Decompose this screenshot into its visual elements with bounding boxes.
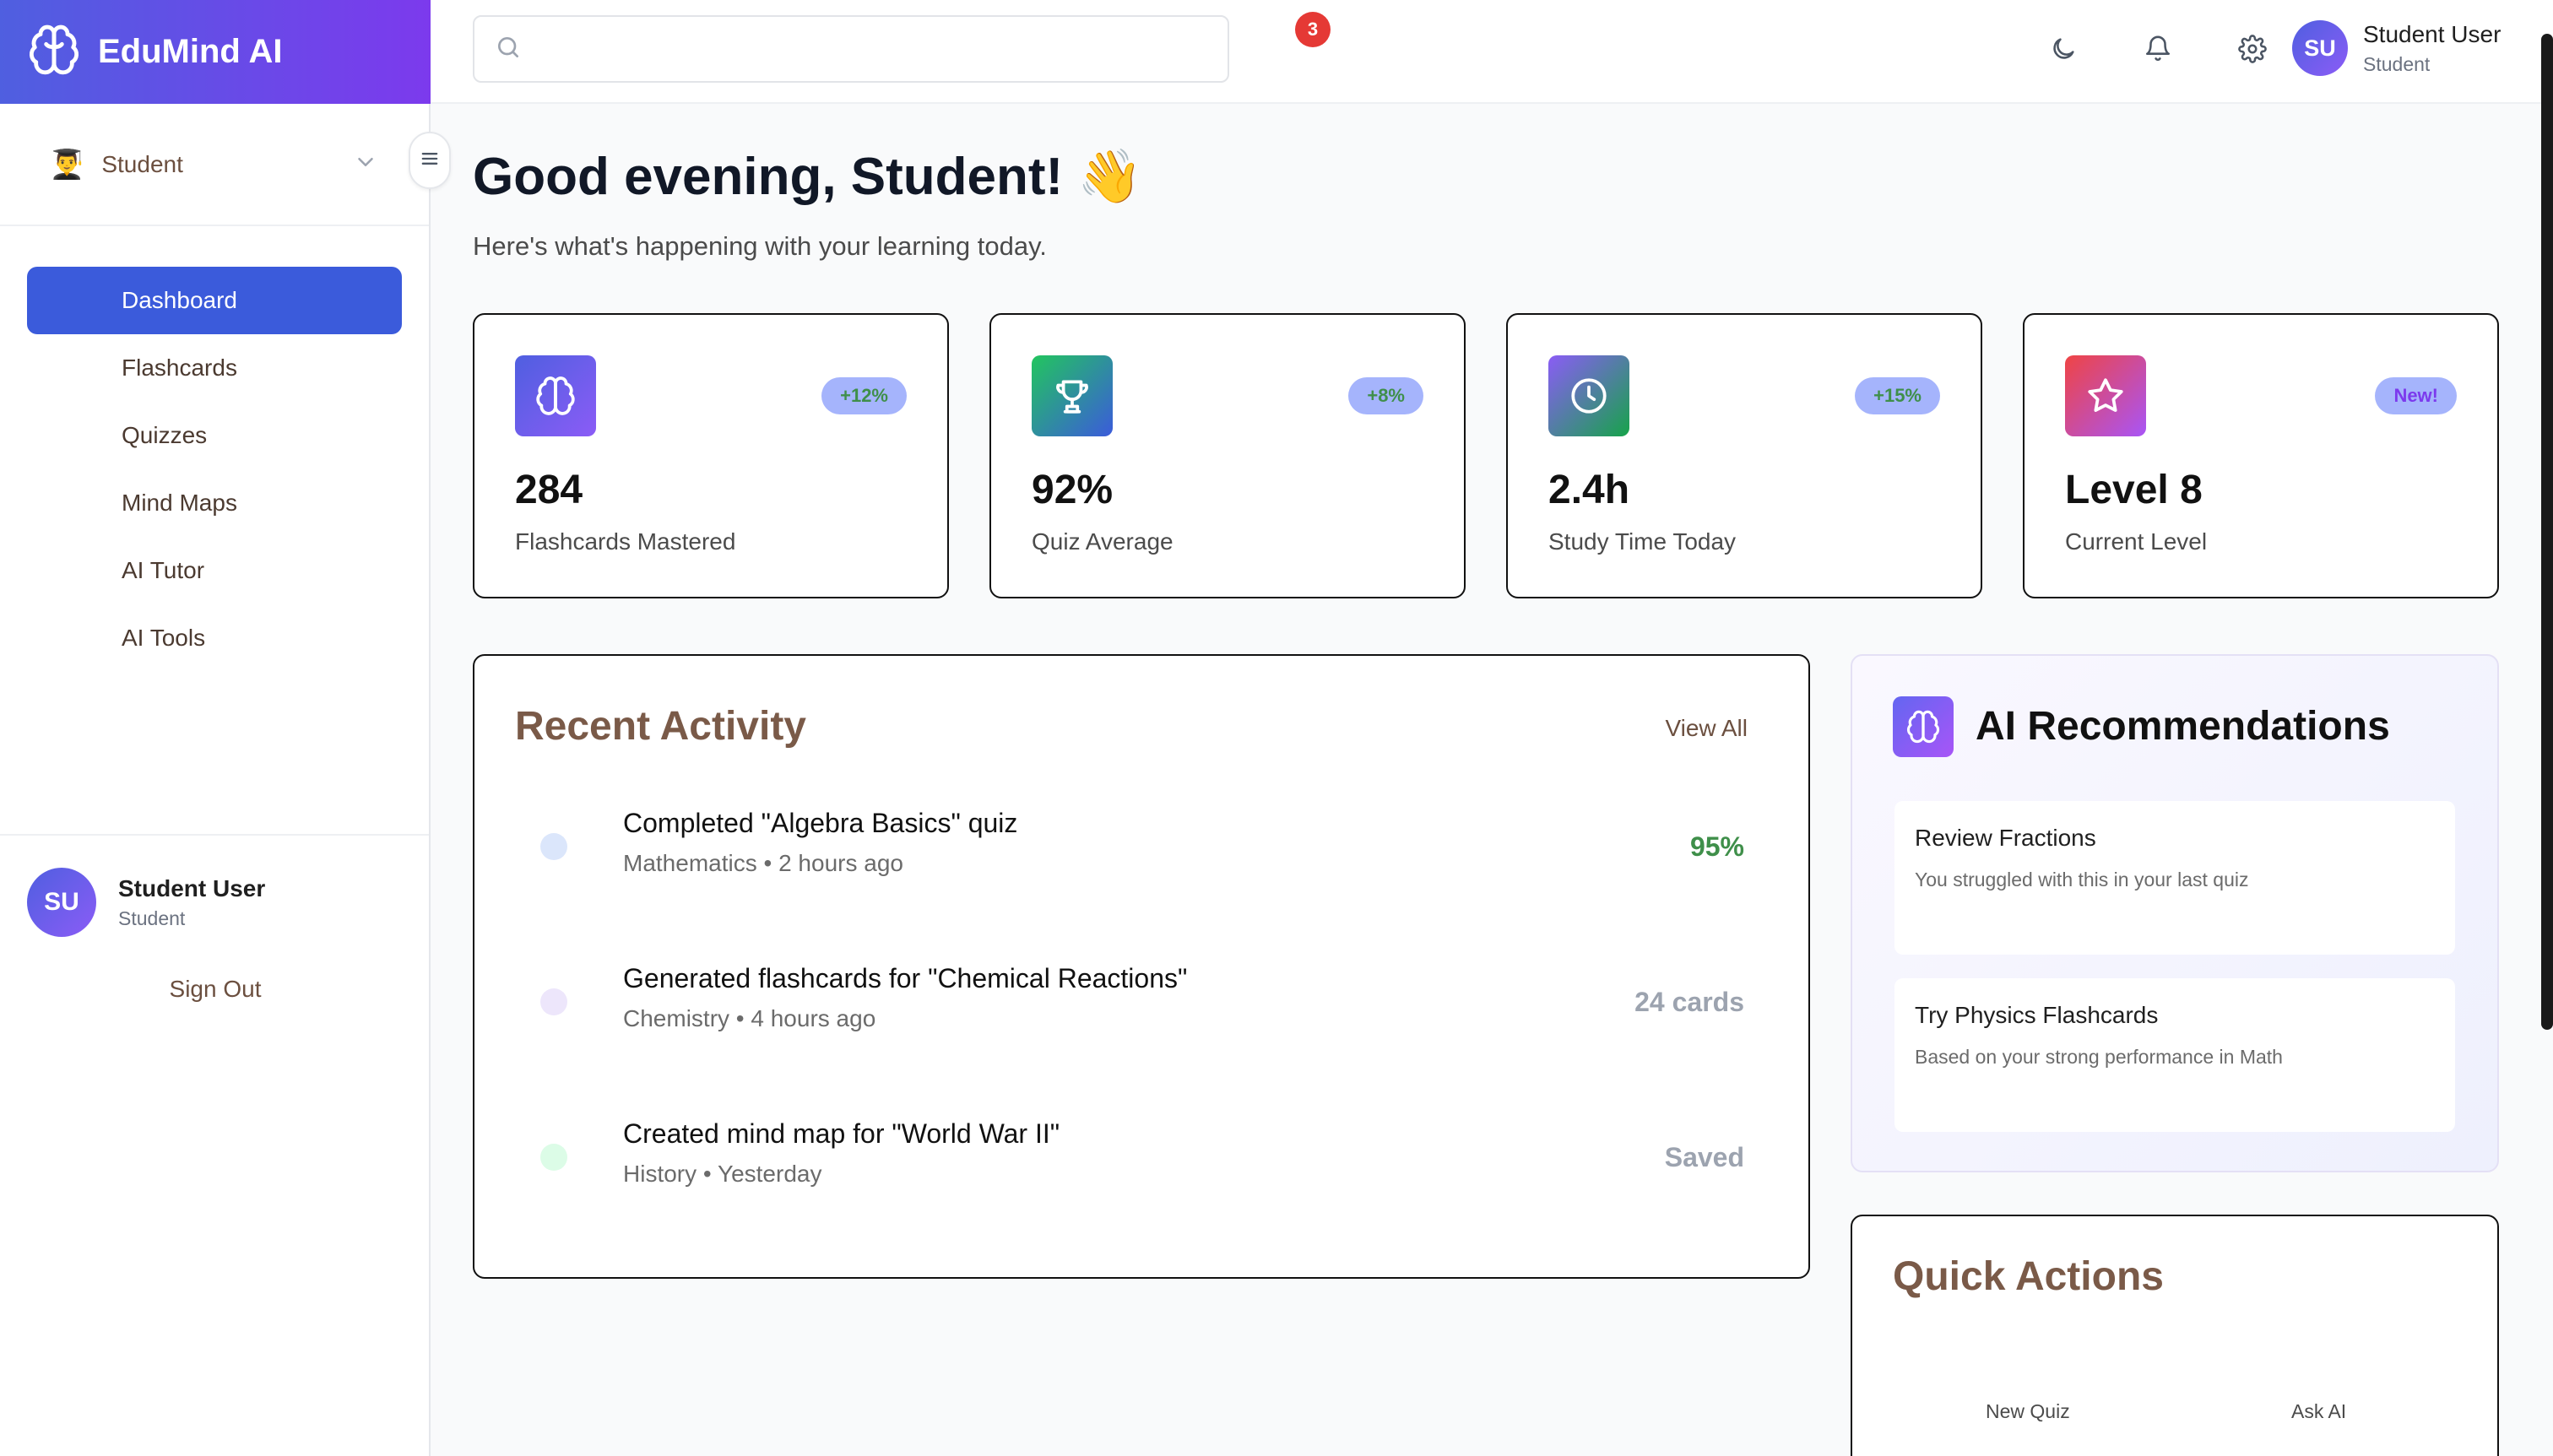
menu-icon	[418, 147, 442, 175]
chevron-down-icon	[353, 149, 378, 179]
ask-ai-button[interactable]: Ask AI	[2291, 1400, 2346, 1423]
notification-count-badge: 3	[1295, 12, 1331, 47]
stat-label: Current Level	[2065, 528, 2208, 555]
stat-change-badge: +15%	[1855, 377, 1940, 414]
top-bar: 3 SU Student User Student	[431, 0, 2553, 104]
top-user-menu[interactable]: SU Student User Student	[2292, 20, 2501, 76]
activity-dot	[540, 1144, 567, 1171]
section-title: Recent Activity	[515, 704, 806, 749]
view-all-link[interactable]: View All	[1665, 715, 1748, 742]
activity-result: 24 cards	[1634, 987, 1744, 1017]
user-name: Student User	[2363, 20, 2502, 47]
activity-dot	[540, 988, 567, 1015]
page-subtitle: Here's what's happening with your learni…	[473, 231, 1047, 261]
stat-change-badge: +8%	[1348, 377, 1423, 414]
search-input[interactable]	[535, 35, 1228, 62]
star-icon	[2065, 355, 2146, 436]
activity-title: Generated flashcards for "Chemical React…	[623, 963, 1188, 993]
stat-new-badge: New!	[2375, 377, 2457, 414]
brain-icon	[515, 355, 596, 436]
activity-meta: History • Yesterday	[623, 1161, 822, 1187]
stat-card-flashcards: +12% 284 Flashcards Mastered	[473, 313, 949, 598]
sign-out-button[interactable]: Sign Out	[0, 976, 431, 1003]
bell-icon	[2144, 35, 2172, 68]
avatar: SU	[27, 868, 96, 937]
stat-card-quiz-average: +8% 92% Quiz Average	[989, 313, 1466, 598]
section-title: AI Recommendations	[1976, 704, 2390, 749]
role-selector[interactable]: 👨‍🎓 Student	[0, 104, 429, 226]
avatar: SU	[2292, 20, 2348, 76]
activity-result: 95%	[1689, 831, 1744, 862]
activity-meta: Mathematics • 2 hours ago	[623, 850, 903, 876]
app-name: EduMind AI	[98, 33, 283, 70]
sidebar-user-profile: SU Student User Student	[0, 836, 429, 937]
student-emoji-icon: 👨‍🎓	[49, 148, 85, 181]
dark-mode-toggle[interactable]	[2043, 30, 2084, 71]
stat-label: Quiz Average	[1032, 528, 1174, 555]
section-title: Quick Actions	[1893, 1254, 2164, 1299]
search-icon	[495, 34, 522, 65]
sidebar-item-dashboard[interactable]: Dashboard	[27, 267, 402, 334]
user-name: Student User	[118, 874, 266, 901]
stat-change-badge: +12%	[821, 377, 907, 414]
gear-icon	[2238, 34, 2267, 68]
notifications-button[interactable]	[2138, 30, 2178, 71]
activity-result: Saved	[1664, 1142, 1744, 1172]
stat-card-level: New! Level 8 Current Level	[2023, 313, 2499, 598]
new-quiz-button[interactable]: New Quiz	[1986, 1400, 2070, 1423]
activity-item[interactable]: Created mind map for "World War II" Hist…	[515, 1112, 1770, 1204]
activity-title: Completed "Algebra Basics" quiz	[623, 808, 1018, 838]
role-label: Student	[101, 150, 183, 177]
user-role: Student	[2363, 52, 2431, 75]
stat-value: 92%	[1032, 468, 1114, 512]
clock-icon	[1548, 355, 1629, 436]
moon-icon	[2049, 35, 2078, 68]
main-content: Good evening, Student! 👋 Here's what's h…	[473, 104, 2499, 1456]
recommendation-title: Review Fractions	[1915, 825, 2096, 851]
brain-icon	[1893, 696, 1954, 757]
stat-value: 2.4h	[1548, 468, 1630, 512]
page-title: Good evening, Student! 👋	[473, 148, 1143, 206]
recommendation-desc: Based on your strong performance in Math	[1915, 1046, 2283, 1068]
settings-button[interactable]	[2232, 30, 2273, 71]
sidebar-item-ai-tutor[interactable]: AI Tutor	[27, 537, 402, 604]
stat-card-study-time: +15% 2.4h Study Time Today	[1506, 313, 1982, 598]
activity-item[interactable]: Completed "Algebra Basics" quiz Mathemat…	[515, 801, 1770, 894]
trophy-icon	[1032, 355, 1113, 436]
activity-title: Created mind map for "World War II"	[623, 1118, 1060, 1149]
sidebar-item-flashcards[interactable]: Flashcards	[27, 334, 402, 402]
brand-header[interactable]: EduMind AI	[0, 0, 431, 104]
sidebar-item-mind-maps[interactable]: Mind Maps	[27, 469, 402, 537]
ai-recommendations-panel: AI Recommendations Review Fractions You …	[1851, 654, 2499, 1172]
recommendation-card[interactable]: Review Fractions You struggled with this…	[1894, 801, 2455, 955]
activity-item[interactable]: Generated flashcards for "Chemical React…	[515, 956, 1770, 1049]
recommendation-card[interactable]: Try Physics Flashcards Based on your str…	[1894, 978, 2455, 1132]
brain-logo-icon	[27, 23, 81, 81]
activity-meta: Chemistry • 4 hours ago	[623, 1005, 876, 1031]
recommendation-desc: You struggled with this in your last qui…	[1915, 869, 2249, 890]
user-role: Student	[118, 907, 186, 929]
recent-activity-panel: Recent Activity View All Completed "Alge…	[473, 654, 1810, 1279]
sidebar-item-quizzes[interactable]: Quizzes	[27, 402, 402, 469]
stat-label: Study Time Today	[1548, 528, 1737, 555]
scrollbar[interactable]	[2541, 34, 2553, 1030]
sidebar-item-ai-tools[interactable]: AI Tools	[27, 604, 402, 672]
sidebar-toggle-button[interactable]	[409, 132, 451, 189]
stat-value: 284	[515, 468, 583, 512]
sidebar: EduMind AI 👨‍🎓 Student Dashboard Flashca…	[0, 0, 451, 1456]
sidebar-nav: Dashboard Flashcards Quizzes Mind Maps A…	[0, 226, 429, 836]
activity-dot	[540, 833, 567, 860]
search-box[interactable]	[473, 15, 1229, 83]
stat-label: Flashcards Mastered	[515, 528, 736, 555]
quick-actions-panel: Quick Actions New Quiz Ask AI	[1851, 1215, 2499, 1456]
recommendation-title: Try Physics Flashcards	[1915, 1002, 2159, 1028]
stat-value: Level 8	[2065, 468, 2203, 512]
